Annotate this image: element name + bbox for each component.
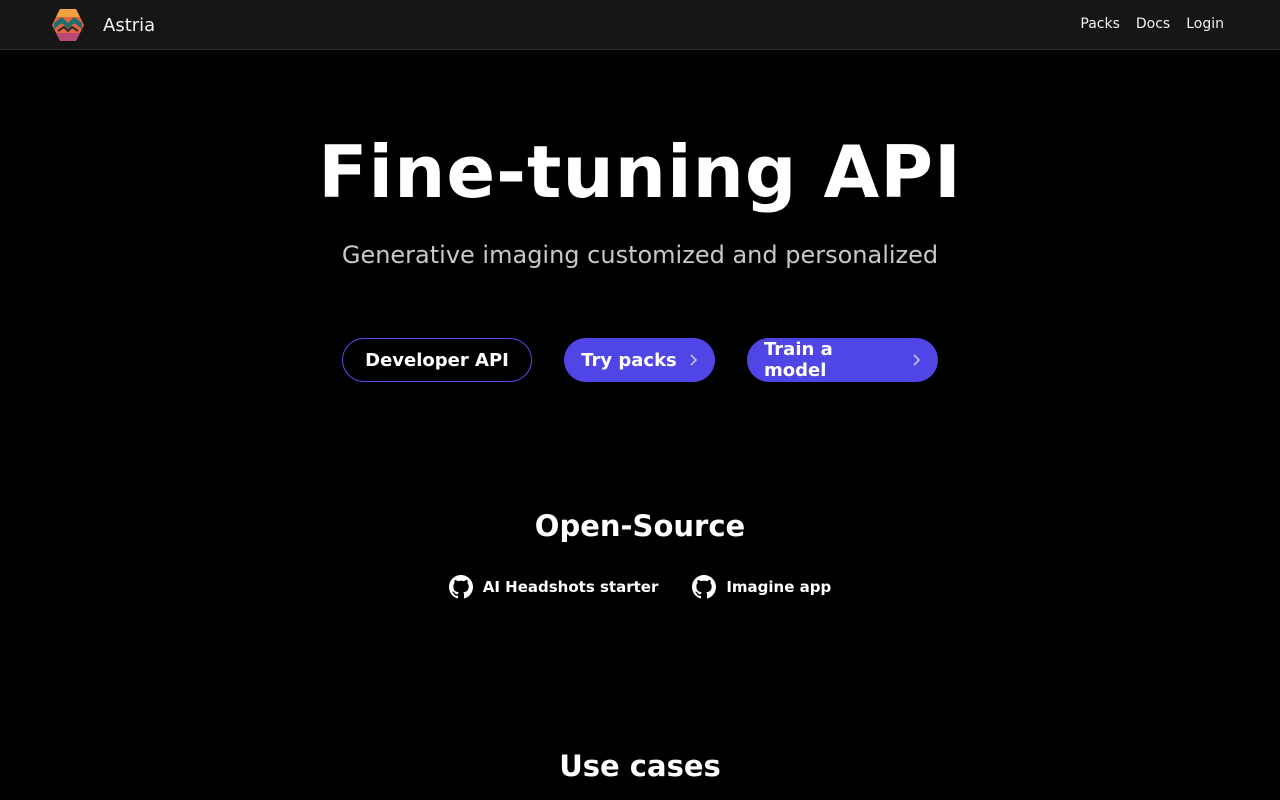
brand-name: Astria — [103, 14, 156, 36]
nav-link-packs[interactable]: Packs — [1080, 16, 1120, 32]
ai-headshots-starter-label: AI Headshots starter — [482, 578, 659, 596]
try-packs-label: Try packs — [581, 349, 677, 371]
nav-link-login[interactable]: Login — [1186, 16, 1224, 32]
hero-subtitle: Generative imaging customized and person… — [341, 241, 939, 269]
train-model-button[interactable]: Train a model — [747, 338, 938, 382]
chevron-right-icon — [913, 354, 920, 366]
use-cases-title: Use cases — [559, 749, 721, 783]
astria-logo-icon — [52, 9, 84, 41]
train-model-label: Train a model — [764, 339, 833, 381]
developer-api-button[interactable]: Developer API — [342, 338, 532, 382]
github-icon — [448, 575, 473, 599]
imagine-app-label: Imagine app — [726, 578, 832, 596]
imagine-app-link[interactable]: Imagine app — [692, 573, 831, 601]
chevron-right-icon — [690, 354, 697, 366]
open-source-links: AI Headshots starter Imagine app — [0, 573, 1280, 601]
nav-links: Packs Docs Login — [1080, 0, 1224, 48]
nav-link-docs[interactable]: Docs — [1136, 16, 1170, 32]
github-icon — [692, 575, 717, 599]
ai-headshots-starter-link[interactable]: AI Headshots starter — [448, 573, 659, 601]
open-source-title: Open-Source — [534, 509, 746, 543]
top-navbar: Astria Packs Docs Login — [0, 0, 1280, 50]
cta-button-row: Developer API Try packs Train a model — [0, 338, 1280, 382]
brand-link[interactable]: Astria — [50, 7, 155, 43]
try-packs-button[interactable]: Try packs — [564, 338, 715, 382]
hero-title: Fine-tuning API — [318, 130, 962, 214]
developer-api-label: Developer API — [365, 349, 509, 371]
